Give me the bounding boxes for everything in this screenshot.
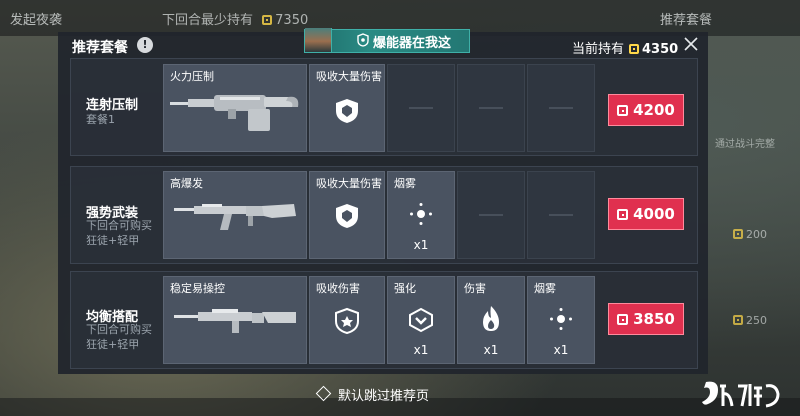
rifle-icon (174, 309, 296, 333)
empty-slot (527, 171, 595, 259)
equipment-slot[interactable]: 烟雾 x1 (387, 171, 455, 259)
avatar (305, 28, 332, 52)
smoke-icon (410, 203, 432, 225)
equipment-slot[interactable]: 吸收伤害 (309, 276, 385, 364)
empty-slot (387, 64, 455, 152)
flame-icon (483, 306, 499, 331)
current-holdings: 当前持有 4350 (572, 42, 679, 57)
skip-recommend-toggle[interactable]: 默认跳过推荐页 (315, 385, 429, 404)
defuser-banner-text: 爆能器在我这 (373, 36, 452, 51)
smoke-icon (550, 308, 572, 330)
package-subtitle: 套餐1 (86, 113, 115, 126)
holdings-value: 4350 (642, 42, 679, 57)
heavy-armor-icon (336, 99, 358, 123)
heavy-armor-icon (336, 204, 358, 228)
currency-icon (617, 209, 629, 220)
panel-title: 推荐套餐 (72, 40, 128, 56)
currency-icon (629, 44, 640, 54)
info-icon[interactable]: ! (137, 37, 153, 53)
background-top-left-text: 发起夜袭 (10, 13, 63, 28)
buy-package-button[interactable]: 4200 (608, 94, 684, 126)
background-value-2: 250 (728, 314, 767, 327)
weapon-slot[interactable]: 稳定易操控 (163, 276, 307, 364)
buy-package-button[interactable]: 4000 (608, 198, 684, 230)
defuser-icon (357, 33, 369, 47)
currency-icon (617, 314, 629, 325)
equipment-slot[interactable]: 烟雾 x1 (527, 276, 595, 364)
rifle-icon (174, 204, 296, 230)
boost-icon (409, 307, 433, 333)
empty-slot (457, 64, 525, 152)
currency-icon (262, 15, 273, 25)
background-top-right-text: 推荐套餐 (660, 13, 713, 28)
weapon-slot[interactable]: 火力压制 (163, 64, 307, 152)
empty-slot (457, 171, 525, 259)
light-armor-icon (335, 307, 359, 335)
watermark-logo (702, 381, 780, 408)
package-subtitle: 下回合可购买狂徒+轻甲 (86, 219, 152, 247)
equipment-slot[interactable]: 伤害 x1 (457, 276, 525, 364)
close-icon[interactable] (683, 36, 699, 52)
buy-package-button[interactable]: 3850 (608, 303, 684, 335)
weapon-slot[interactable]: 高爆发 (163, 171, 307, 259)
currency-icon (617, 105, 629, 116)
background-value-1: 200 (728, 228, 767, 241)
package-name: 连射压制 (86, 98, 139, 113)
checkbox-diamond-icon (315, 385, 332, 402)
machine-gun-icon (170, 95, 299, 131)
background-top-mid-text: 下回合最少持有 7350 (162, 13, 309, 28)
equipment-slot[interactable]: 强化 x1 (387, 276, 455, 364)
empty-slot (527, 64, 595, 152)
equipment-slot[interactable]: 吸收大量伤害 (309, 64, 385, 152)
background-right-text: 通过战斗完整 (715, 139, 775, 150)
equipment-slot[interactable]: 吸收大量伤害 (309, 171, 385, 259)
package-subtitle: 下回合可购买狂徒+轻甲 (86, 323, 152, 351)
